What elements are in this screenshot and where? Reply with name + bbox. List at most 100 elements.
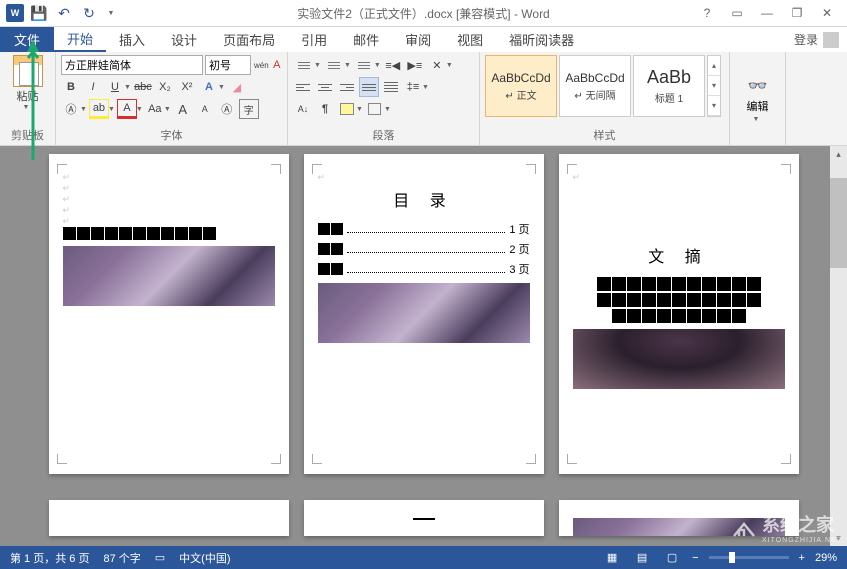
restore-button[interactable]: ❐: [783, 3, 811, 23]
text-effects-button[interactable]: A: [199, 77, 219, 97]
phonetic-button[interactable]: wén: [253, 55, 270, 75]
tab-layout[interactable]: 页面布局: [210, 27, 288, 52]
tab-references[interactable]: 引用: [288, 27, 340, 52]
clear-format-button[interactable]: A: [272, 55, 282, 75]
borders-button[interactable]: [365, 99, 385, 119]
paste-label: 粘贴: [17, 88, 39, 104]
asian-layout-button[interactable]: ✕: [427, 55, 447, 75]
group-font: wén A B I U▼ abc X₂ X² A▼ ◢ Ⓐ▼ ab▼ A▼ Aa…: [56, 52, 288, 145]
tab-foxit[interactable]: 福昕阅读器: [496, 27, 587, 52]
sort-button[interactable]: A↓: [293, 99, 313, 119]
edit-button[interactable]: 编辑: [747, 98, 769, 114]
paste-icon: [13, 55, 43, 87]
styles-more[interactable]: ▴▾▾: [707, 55, 721, 117]
undo-button[interactable]: ↶: [54, 3, 74, 23]
scroll-thumb[interactable]: [830, 178, 847, 268]
login-link[interactable]: 登录: [786, 27, 847, 52]
font-family-select[interactable]: [61, 55, 203, 75]
align-left-button[interactable]: [293, 77, 313, 97]
char-border-button[interactable]: Ⓐ: [217, 99, 237, 119]
ribbon: 粘贴 ▼ 剪贴板 wén A B I U▼ abc X₂ X² A▼ ◢: [0, 52, 847, 146]
page-count[interactable]: 第 1 页，共 6 页: [10, 550, 89, 566]
bold-button[interactable]: B: [61, 77, 81, 97]
edit-dropdown-icon: ▼: [753, 116, 760, 123]
document-area[interactable]: ↵↵↵↵↵ ↵ 目 录 1 页 2 页 3 页 ↵ 文 摘: [0, 146, 847, 546]
zoom-in-button[interactable]: +: [799, 552, 805, 564]
eraser-button[interactable]: ◢: [227, 77, 247, 97]
image-placeholder: [318, 283, 530, 343]
align-center-button[interactable]: [315, 77, 335, 97]
indent-dec-button[interactable]: ≡◀: [383, 55, 403, 75]
shrink-font-button[interactable]: A: [195, 99, 215, 119]
change-case-button[interactable]: Aa: [145, 99, 165, 119]
underline-button[interactable]: U: [105, 77, 125, 97]
italic-button[interactable]: I: [83, 77, 103, 97]
group-styles: AaBbCcDd ↵ 正文 AaBbCcDd ↵ 无间隔 AaBb 标题 1 ▴…: [480, 52, 730, 145]
tab-mail[interactable]: 邮件: [340, 27, 392, 52]
tab-home[interactable]: 开始: [54, 27, 106, 52]
tab-insert[interactable]: 插入: [106, 27, 158, 52]
minimize-button[interactable]: —: [753, 3, 781, 23]
view-print-button[interactable]: ▤: [632, 550, 652, 566]
tab-view[interactable]: 视图: [444, 27, 496, 52]
align-right-button[interactable]: [337, 77, 357, 97]
show-marks-button[interactable]: ¶: [315, 99, 335, 119]
zoom-level[interactable]: 29%: [815, 552, 837, 564]
group-clipboard: 粘贴 ▼ 剪贴板: [0, 52, 56, 145]
strike-button[interactable]: abc: [133, 77, 153, 97]
scroll-up-icon[interactable]: ▴: [830, 146, 847, 162]
page-5[interactable]: [304, 500, 544, 536]
tab-file[interactable]: 文件: [0, 27, 54, 52]
align-justify-button[interactable]: [359, 77, 379, 97]
zoom-out-button[interactable]: −: [692, 552, 698, 564]
image-placeholder: [573, 518, 785, 536]
find-icon: 👓: [748, 76, 768, 96]
page-1[interactable]: ↵↵↵↵↵: [49, 154, 289, 474]
redo-button[interactable]: ↻: [79, 3, 99, 23]
qat-more[interactable]: ▼: [101, 3, 121, 23]
tab-review[interactable]: 审阅: [392, 27, 444, 52]
login-label: 登录: [794, 31, 818, 48]
style-heading1[interactable]: AaBb 标题 1: [633, 55, 705, 117]
page-2[interactable]: ↵ 目 录 1 页 2 页 3 页: [304, 154, 544, 474]
vertical-scrollbar[interactable]: ▴ ▾: [830, 146, 847, 546]
page-3[interactable]: ↵ 文 摘: [559, 154, 799, 474]
lang-icon[interactable]: ▭: [155, 551, 165, 564]
zoom-slider[interactable]: [709, 556, 789, 559]
save-button[interactable]: 💾: [29, 3, 49, 23]
close-button[interactable]: ✕: [813, 3, 841, 23]
view-read-button[interactable]: ▦: [602, 550, 622, 566]
abstract-title: 文 摘: [573, 243, 785, 267]
multilevel-button[interactable]: [353, 55, 375, 75]
font-label: 字体: [61, 126, 282, 144]
style-normal[interactable]: AaBbCcDd ↵ 正文: [485, 55, 557, 117]
char-shading-button[interactable]: 字: [239, 99, 259, 119]
word-count[interactable]: 87 个字: [103, 550, 140, 566]
subscript-button[interactable]: X₂: [155, 77, 175, 97]
distribute-button[interactable]: [381, 77, 401, 97]
page-4[interactable]: [49, 500, 289, 536]
paste-button[interactable]: 粘贴 ▼: [5, 55, 50, 111]
font-size-select[interactable]: [205, 55, 251, 75]
style-preview: AaBbCcDd: [491, 71, 550, 85]
highlight-button[interactable]: ab: [89, 99, 109, 119]
status-bar: 第 1 页，共 6 页 87 个字 ▭ 中文(中国) ▦ ▤ ▢ − + 29%: [0, 546, 847, 569]
line-spacing-button[interactable]: ‡≡: [403, 77, 423, 97]
enclosed-char-button[interactable]: Ⓐ: [61, 99, 81, 119]
language[interactable]: 中文(中国): [179, 550, 230, 566]
tab-design[interactable]: 设计: [158, 27, 210, 52]
style-nospacing[interactable]: AaBbCcDd ↵ 无间隔: [559, 55, 631, 117]
scroll-down-icon[interactable]: ▾: [830, 530, 847, 546]
shading-button[interactable]: [337, 99, 357, 119]
indent-inc-button[interactable]: ▶≡: [405, 55, 425, 75]
superscript-button[interactable]: X²: [177, 77, 197, 97]
view-web-button[interactable]: ▢: [662, 550, 682, 566]
help-button[interactable]: ?: [693, 3, 721, 23]
page-6[interactable]: [559, 500, 799, 536]
numbering-button[interactable]: [323, 55, 345, 75]
ribbon-options[interactable]: ▭: [723, 3, 751, 23]
font-color-button[interactable]: A: [117, 99, 137, 119]
avatar-icon: [823, 32, 839, 48]
grow-font-button[interactable]: A: [173, 99, 193, 119]
bullets-button[interactable]: [293, 55, 315, 75]
